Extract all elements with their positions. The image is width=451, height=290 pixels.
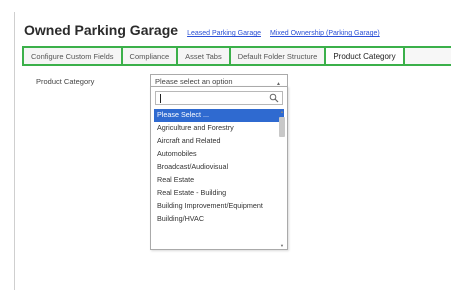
tab-bar: Configure Custom Fields Compliance Asset… xyxy=(22,46,451,66)
tab-compliance[interactable]: Compliance xyxy=(122,48,179,64)
option-real-estate-building[interactable]: Real Estate - Building xyxy=(154,187,284,200)
scroll-up-icon[interactable]: ▲ xyxy=(279,109,285,115)
tab-default-folder-structure[interactable]: Default Folder Structure xyxy=(230,48,327,64)
option-agriculture-and-forestry[interactable]: Agriculture and Forestry xyxy=(154,122,284,135)
tab-product-category[interactable]: Product Category xyxy=(326,48,405,64)
tab-configure-custom-fields[interactable]: Configure Custom Fields xyxy=(24,48,123,64)
link-leased-parking-garage[interactable]: Leased Parking Garage xyxy=(187,30,261,37)
option-automobiles[interactable]: Automobiles xyxy=(154,148,284,161)
option-building-hvac[interactable]: Building/HVAC xyxy=(154,213,284,226)
product-category-dropdown: Please Select ... Agriculture and Forest… xyxy=(150,86,288,250)
option-please-select[interactable]: Please Select ... xyxy=(154,109,284,122)
page-title: Owned Parking Garage xyxy=(24,22,179,38)
tab-asset-tabs[interactable]: Asset Tabs xyxy=(178,48,231,64)
text-caret xyxy=(160,94,161,103)
product-category-label: Product Category xyxy=(36,77,95,86)
option-real-estate[interactable]: Real Estate xyxy=(154,174,284,187)
dropdown-scrollbar[interactable]: ▲ ▼ xyxy=(279,109,285,249)
dropdown-search-input[interactable] xyxy=(155,91,283,105)
scrollbar-thumb[interactable] xyxy=(279,117,285,137)
option-building-improvement-equipment[interactable]: Building Improvement/Equipment xyxy=(154,200,284,213)
header: Owned Parking Garage Leased Parking Gara… xyxy=(24,22,380,38)
options-list: Please Select ... Agriculture and Forest… xyxy=(154,109,284,247)
search-icon xyxy=(269,93,279,103)
link-mixed-ownership-parking-garage[interactable]: Mixed Ownership (Parking Garage) xyxy=(270,30,380,37)
scroll-down-icon[interactable]: ▼ xyxy=(279,243,285,249)
option-aircraft-and-related[interactable]: Aircraft and Related xyxy=(154,135,284,148)
option-broadcast-audiovisual[interactable]: Broadcast/Audiovisual xyxy=(154,161,284,174)
select-placeholder: Please select an option xyxy=(155,77,233,86)
